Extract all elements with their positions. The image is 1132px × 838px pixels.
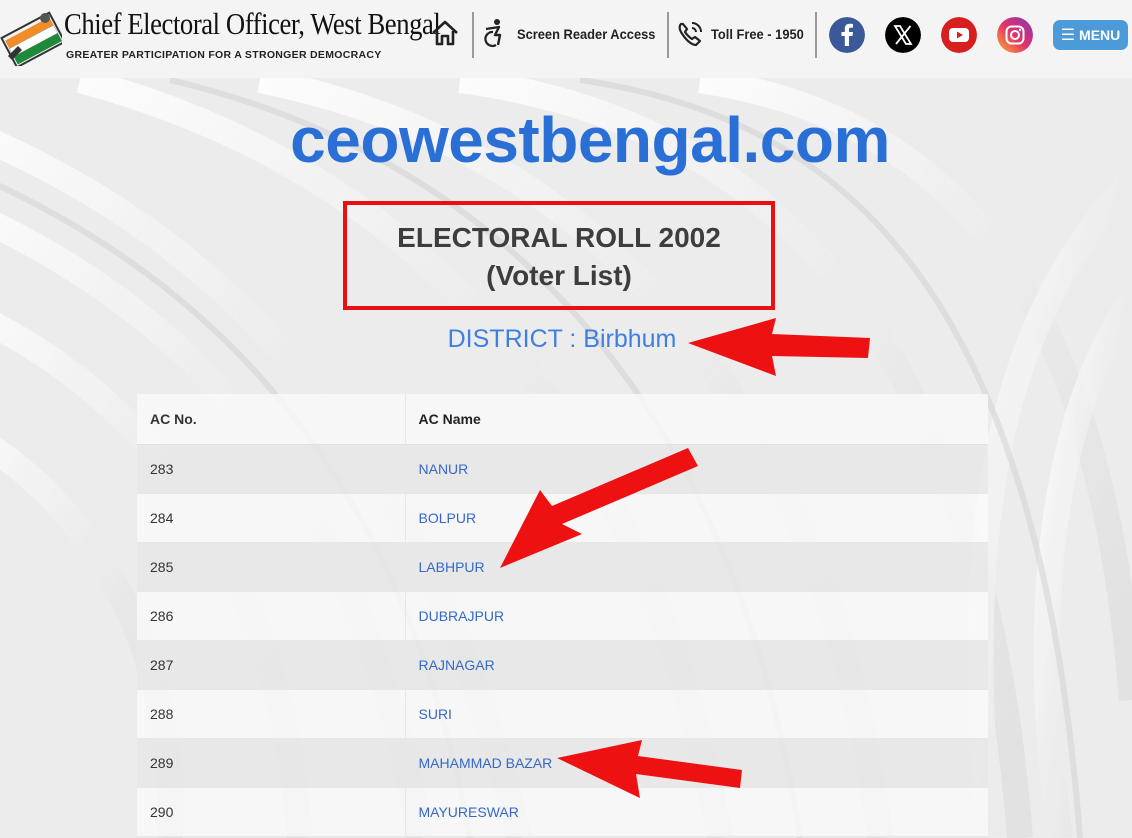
- district-arrow-icon: [688, 318, 870, 376]
- annotation-arrows: [500, 318, 870, 798]
- labhpur-arrow-icon: [500, 448, 698, 568]
- mahammad-bazar-arrow-icon: [557, 740, 742, 798]
